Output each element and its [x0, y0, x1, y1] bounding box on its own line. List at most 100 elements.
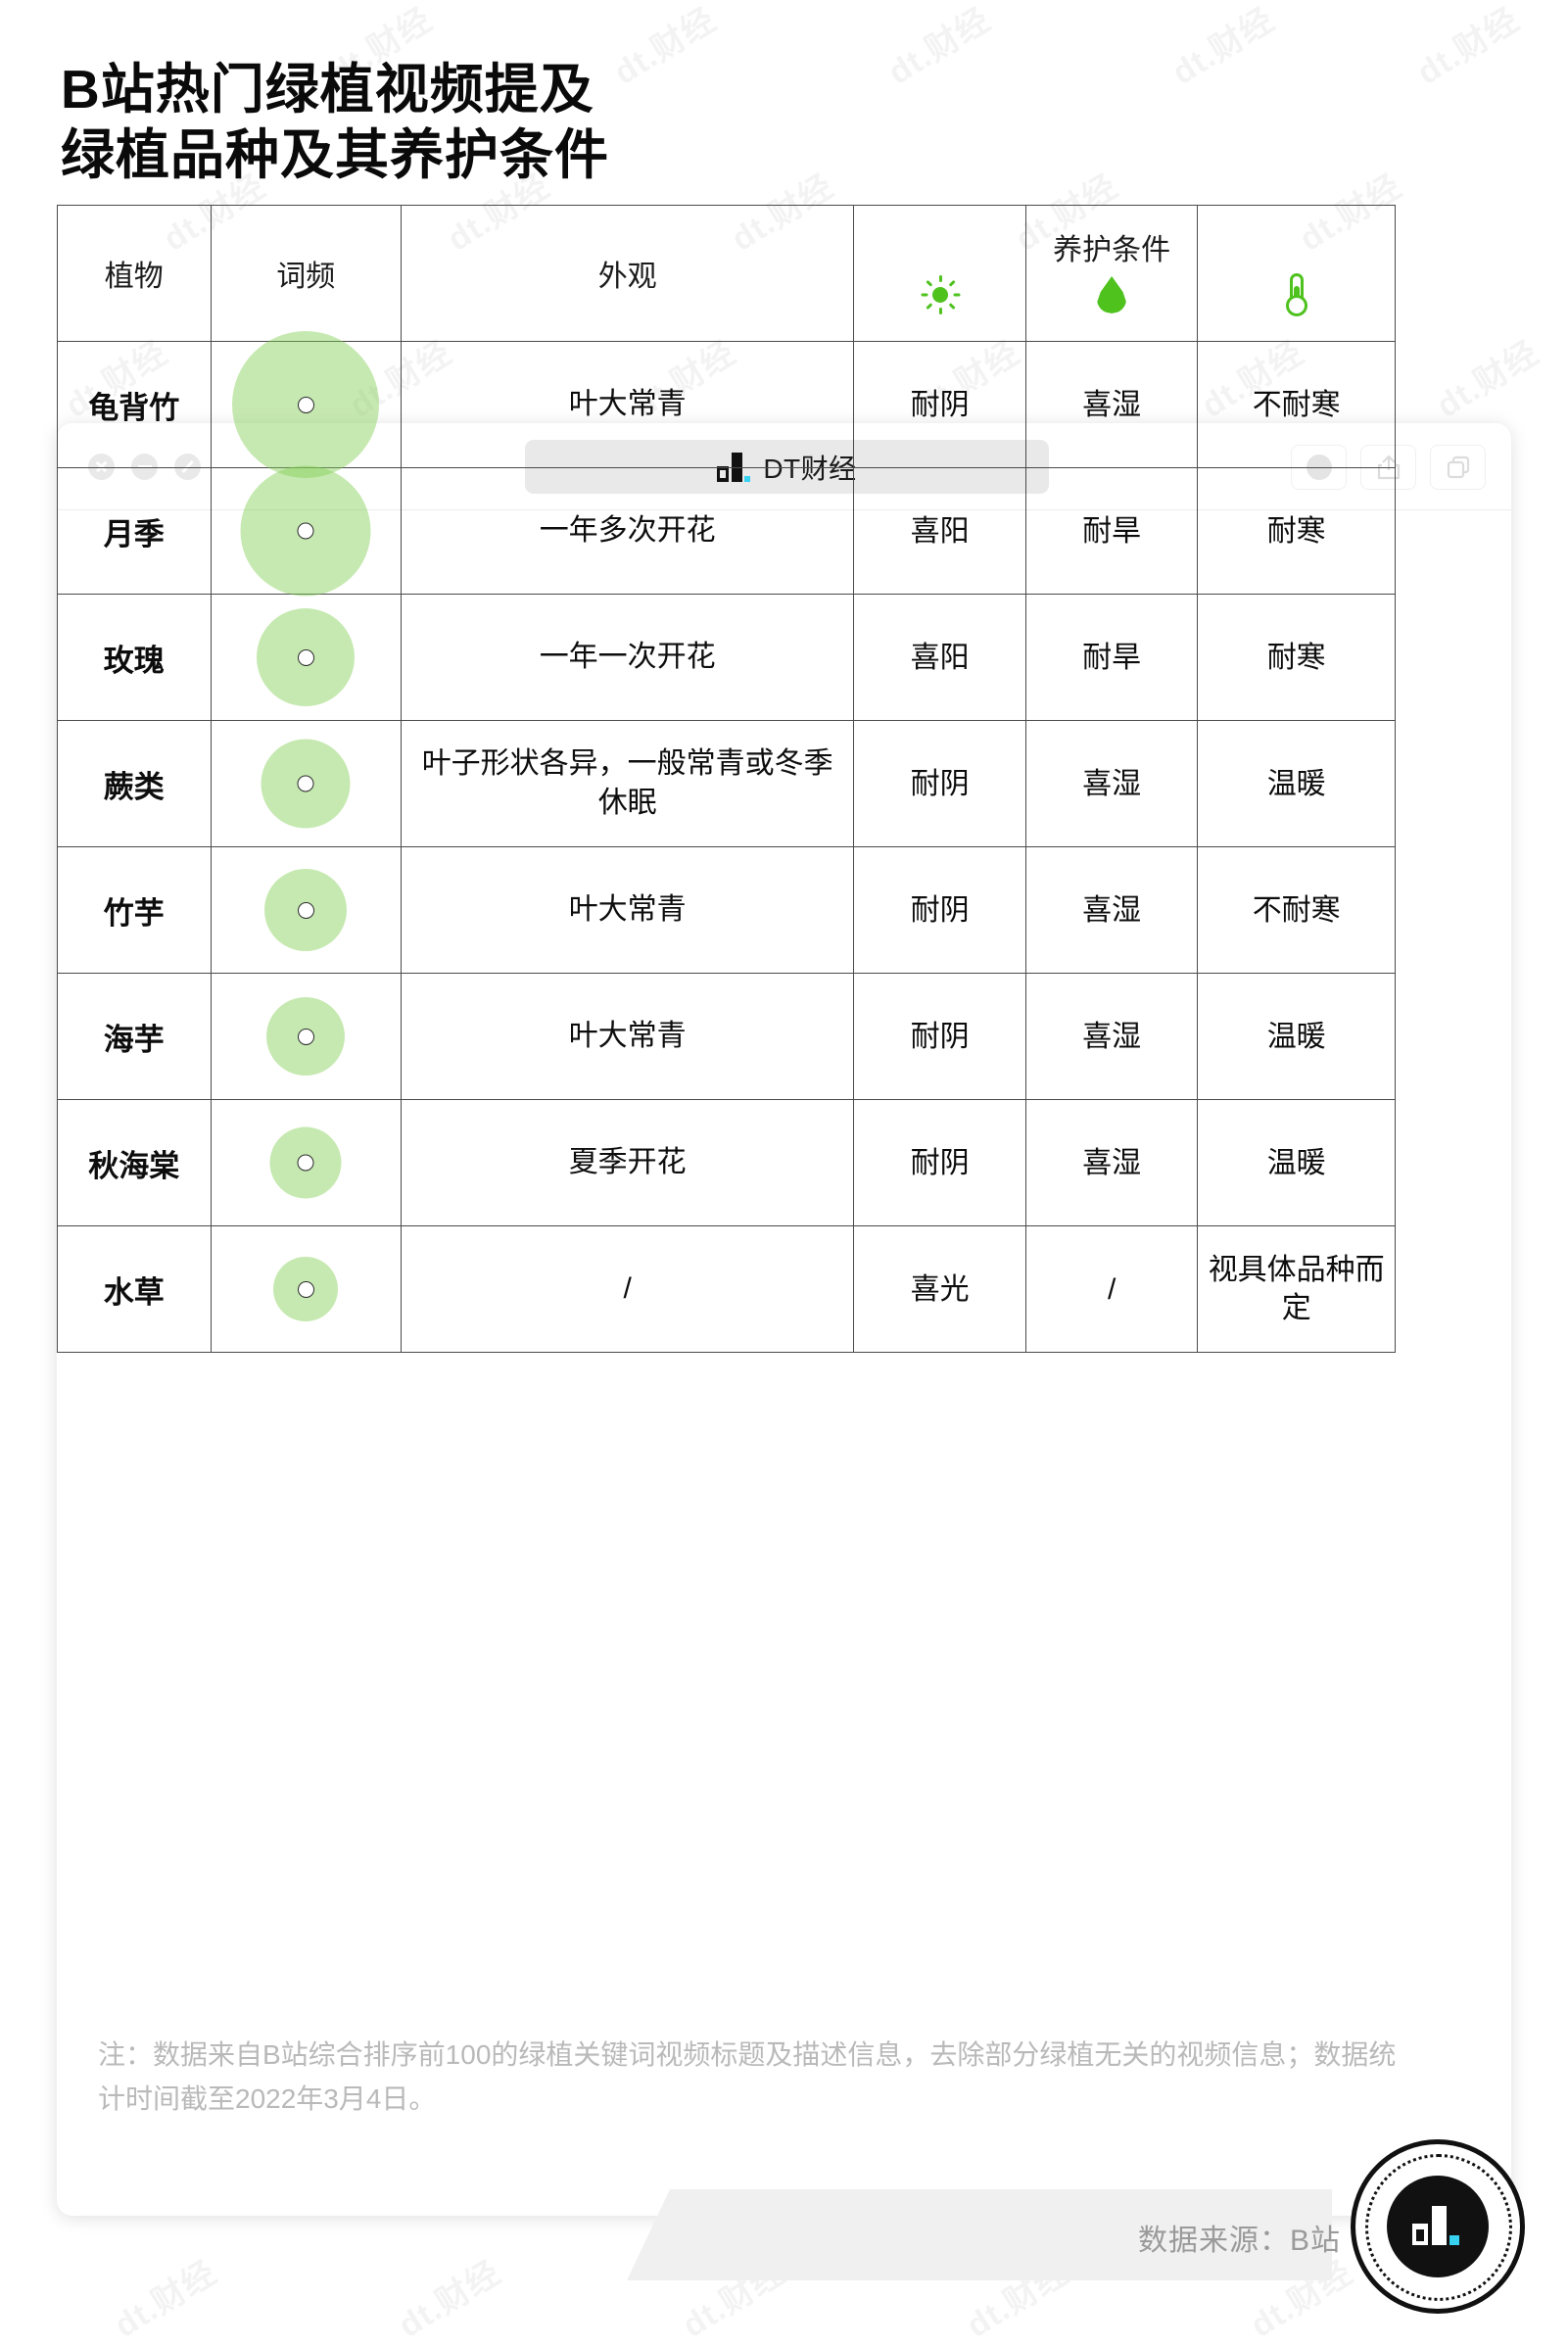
- cell-care-light: 耐阴: [853, 720, 1026, 847]
- cell-care-temperature-text: 视具体品种而定: [1208, 1254, 1385, 1324]
- cell-frequency-bubble: [210, 331, 402, 478]
- cell-care-light: 喜阳: [853, 594, 1026, 721]
- frequency-bubble: [264, 869, 348, 951]
- cell-appearance: 夏季开花: [400, 1099, 855, 1226]
- appearance-text: 叶大常青: [568, 388, 687, 421]
- table-row: 龟背竹 叶大常青 耐阴 喜湿 不耐寒: [57, 331, 1396, 478]
- bubble-center-dot: [297, 522, 314, 540]
- table-row: 玫瑰 一年一次开花 喜阳 耐旱 耐寒: [57, 594, 1396, 721]
- cell-care-water-text: 喜湿: [1082, 388, 1142, 421]
- cell-frequency-bubble: [210, 1099, 402, 1226]
- cell-plant: 龟背竹: [57, 341, 212, 468]
- cell-care-light-text: 耐阴: [910, 1020, 970, 1053]
- cell-care-light-text: 喜阳: [910, 641, 970, 674]
- cell-appearance: 一年多次开花: [400, 467, 855, 595]
- cell-care-light-text: 耐阴: [910, 388, 970, 421]
- cell-appearance: 一年一次开花: [400, 594, 855, 721]
- cell-frequency-bubble: [210, 1225, 402, 1353]
- cell-care-light: 耐阴: [853, 973, 1026, 1100]
- appearance-text: /: [623, 1272, 632, 1306]
- frequency-bubble: [266, 997, 346, 1076]
- table-body: 龟背竹 叶大常青 耐阴 喜湿 不耐寒 月季 一年多次开花 喜阳 耐旱 耐寒 玫瑰 一年一次开花 喜阳 耐旱…: [57, 331, 1396, 1353]
- cell-care-light: 耐阴: [853, 846, 1026, 974]
- cell-care-light-text: 耐阴: [910, 767, 970, 800]
- bubble-center-dot: [297, 396, 314, 413]
- cell-appearance: 叶大常青: [400, 846, 855, 974]
- cell-frequency-bubble: [210, 465, 402, 597]
- watermark-text: dt.财经: [878, 0, 998, 94]
- cell-care-water-text: 喜湿: [1082, 767, 1142, 800]
- header-care-temperature: [1197, 205, 1396, 342]
- cell-frequency-bubble: [210, 720, 402, 847]
- appearance-text: 叶子形状各异，一般常青或冬季休眠: [421, 747, 833, 819]
- cell-care-light-text: 喜光: [910, 1272, 970, 1306]
- cell-frequency-bubble: [210, 973, 402, 1100]
- watermark-text: dt.财经: [603, 0, 724, 94]
- cell-plant: 竹芋: [57, 846, 212, 974]
- cell-care-temperature-text: 不耐寒: [1252, 388, 1341, 421]
- cell-care-temperature: 不耐寒: [1197, 846, 1396, 974]
- plant-care-table-container: 植物 词频 外观 养护条件 龟背竹 叶大常青 耐阴 喜湿 不耐寒 月季 一年多次…: [57, 205, 1396, 1353]
- cell-care-temperature-text: 温暖: [1266, 1020, 1326, 1053]
- table-row: 秋海棠 夏季开花 耐阴 喜湿 温暖: [57, 1099, 1396, 1226]
- header-appearance: 外观: [400, 205, 855, 342]
- bubble-center-dot: [297, 1280, 314, 1298]
- cell-appearance: 叶大常青: [400, 973, 855, 1100]
- table-header-row: 植物 词频 外观 养护条件: [57, 205, 1396, 342]
- table-row: 月季 一年多次开花 喜阳 耐旱 耐寒: [57, 465, 1396, 597]
- header-care-light: [853, 205, 1026, 342]
- cell-care-temperature: 耐寒: [1197, 594, 1396, 721]
- plant-name: 蕨类: [103, 769, 165, 804]
- cell-care-temperature: 不耐寒: [1197, 341, 1396, 468]
- cell-care-water: 耐旱: [1024, 594, 1199, 721]
- footnote: 注：数据来自B站综合排序前100的绿植关键词视频标题及描述信息，去除部分绿植无关…: [98, 2039, 1397, 2114]
- cell-care-light: 耐阴: [853, 1099, 1026, 1226]
- cell-care-light-text: 耐阴: [910, 1146, 970, 1179]
- water-drop-icon: [1097, 276, 1127, 313]
- cell-plant: 月季: [57, 467, 212, 595]
- cell-care-water: 喜湿: [1024, 720, 1199, 847]
- appearance-text: 叶大常青: [568, 893, 687, 927]
- cell-care-light: 耐阴: [853, 341, 1026, 468]
- bubble-center-dot: [297, 901, 314, 919]
- header-frequency: 词频: [210, 205, 402, 342]
- cell-care-temperature: 视具体品种而定: [1197, 1225, 1396, 1353]
- header-care-water: 养护条件: [1024, 205, 1199, 342]
- bubble-center-dot: [297, 775, 314, 792]
- cell-care-water: /: [1024, 1225, 1199, 1353]
- header-plant: 植物: [57, 205, 212, 342]
- bubble-center-dot: [297, 1154, 314, 1172]
- appearance-text: 叶大常青: [568, 1020, 687, 1053]
- cell-care-temperature: 温暖: [1197, 1099, 1396, 1226]
- logo-disc: [1387, 2176, 1489, 2277]
- frequency-bubble: [232, 331, 380, 478]
- table-row: 水草 / 喜光 / 视具体品种而定: [57, 1225, 1396, 1353]
- cell-care-temperature-text: 耐寒: [1266, 641, 1326, 674]
- watermark-text: dt.财经: [104, 2246, 224, 2346]
- cell-plant: 水草: [57, 1225, 212, 1353]
- cell-care-temperature: 温暖: [1197, 973, 1396, 1100]
- cell-appearance: 叶大常青: [400, 341, 855, 468]
- plant-name: 海芋: [103, 1022, 165, 1057]
- cell-care-water-text: 耐旱: [1082, 641, 1142, 674]
- cell-care-temperature-text: 温暖: [1266, 1146, 1326, 1179]
- frequency-bubble: [257, 608, 356, 706]
- cell-care-light: 喜光: [853, 1225, 1026, 1353]
- cell-care-water: 耐旱: [1024, 467, 1199, 595]
- watermark-text: dt.财经: [1426, 326, 1546, 426]
- cell-appearance: 叶子形状各异，一般常青或冬季休眠: [400, 720, 855, 847]
- watermark-text: dt.财经: [1406, 0, 1527, 94]
- cell-care-light: 喜阳: [853, 467, 1026, 595]
- page-title-line-1: B站热门绿植视频提及: [61, 59, 594, 120]
- cell-care-temperature-text: 不耐寒: [1252, 893, 1341, 927]
- cell-frequency-bubble: [210, 594, 402, 721]
- copy-tabs-icon: [1447, 455, 1469, 479]
- cell-plant: 秋海棠: [57, 1099, 212, 1226]
- cell-plant: 蕨类: [57, 720, 212, 847]
- table-row: 海芋 叶大常青 耐阴 喜湿 温暖: [57, 973, 1396, 1100]
- cell-care-light-text: 耐阴: [910, 893, 970, 927]
- cell-care-temperature: 耐寒: [1197, 467, 1396, 595]
- cell-frequency-bubble: [210, 846, 402, 974]
- tabs-button[interactable]: [1430, 445, 1486, 490]
- cell-plant: 玫瑰: [57, 594, 212, 721]
